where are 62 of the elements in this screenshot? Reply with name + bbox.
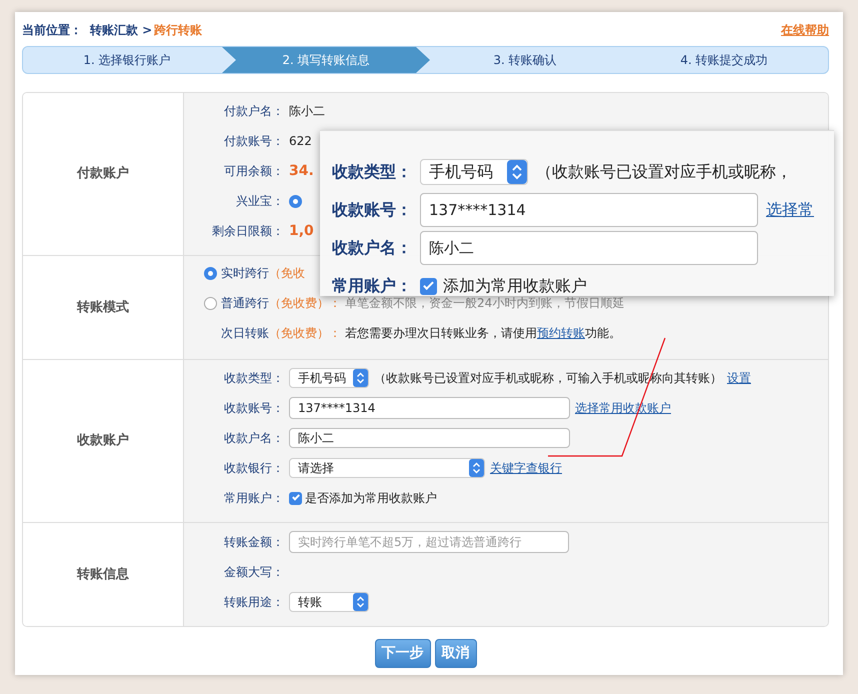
field-label: 收款户名： [223,430,284,447]
input-field[interactable]: 137****1314 [420,193,758,227]
field-label: 收款银行： [223,460,284,477]
radio-button[interactable] [204,266,217,280]
checkbox[interactable] [420,278,437,294]
field-label: 付款户名： [223,103,284,120]
input-field[interactable]: 陈小二 [289,428,570,448]
breadcrumb-current: 跨行转账 [154,22,202,39]
amount-value: 1,0 [289,222,314,240]
dropdown-arrows-icon [353,369,368,387]
link[interactable]: 预约转账 [537,326,585,340]
breadcrumb-link[interactable]: 转账汇款 > [90,21,152,39]
field-label: 常用账户： [331,275,412,297]
field-label: 转账金额： [223,534,284,551]
dropdown-arrows-icon [507,160,527,184]
transfer-mode-label: 普通跨行 [221,295,269,312]
fee-text: （免收费）： [269,325,341,342]
breadcrumb-label: 当前位置： [22,22,82,39]
field-label: 剩余日限额： [211,223,284,240]
field-label: 收款户名： [331,237,412,259]
radio-button[interactable] [204,296,217,310]
transfer-mode-label: 次日转账 [221,325,269,342]
amount-value: 34. [289,162,314,180]
input-field[interactable]: 实时跨行单笔不超5万，超过请选普通跨行 [289,531,569,553]
field-label: 常用账户： [223,490,284,507]
fee-text: （免收费）： [269,295,341,312]
link[interactable]: 关键字查银行 [490,459,562,477]
checkbox[interactable] [289,492,302,504]
field-label: 付款账号： [223,133,284,150]
dropdown-arrows-icon [469,459,484,477]
hint-text: （收款账号已设置对应手机或昵称， [536,161,792,183]
section-title: 转账模式 [77,298,129,317]
dropdown-arrows-icon [353,593,368,611]
field-label: 兴业宝： [235,193,284,210]
radio-button[interactable] [289,194,302,208]
link[interactable]: 选择常 [766,198,814,222]
dropdown[interactable]: 手机号码 [289,368,369,388]
checkbox-label: 添加为常用收款账户 [443,275,587,297]
hint-text: 若您需要办理次日转账业务，请使用预约转账功能。 [345,325,621,342]
hint-text: 单笔金额不限，资金一般24小时内到账，节假日顺延 [345,295,624,312]
field-label: 金额大写： [223,564,284,581]
field-label: 收款账号： [331,199,412,221]
fee-text: （免收 [269,265,305,282]
hint-text: （收款账号已设置对应手机或昵称，可输入手机或昵称向其转账） [374,370,722,387]
checkbox-label: 是否添加为常用收款账户 [305,490,437,507]
section-title: 付款账户 [77,164,129,184]
section-title: 转账信息 [77,566,129,584]
field-label: 转账用途： [223,594,284,611]
input-field[interactable]: 137****1314 [289,397,570,419]
section-title: 收款账户 [77,432,129,450]
transfer-mode-label: 实时跨行 [221,265,269,282]
link[interactable]: 设置 [727,369,751,387]
field-value: 622 [289,133,312,150]
dropdown[interactable]: 转账 [289,592,369,612]
field-value: 陈小二 [289,103,325,120]
dropdown[interactable]: 手机号码 [420,159,528,185]
dropdown[interactable]: 请选择 [289,458,485,478]
field-label: 收款类型： [331,161,412,183]
input-field[interactable]: 陈小二 [420,231,758,265]
field-label: 收款账号： [223,400,284,417]
field-label: 可用余额： [223,163,284,180]
field-label: 收款类型： [223,370,284,387]
